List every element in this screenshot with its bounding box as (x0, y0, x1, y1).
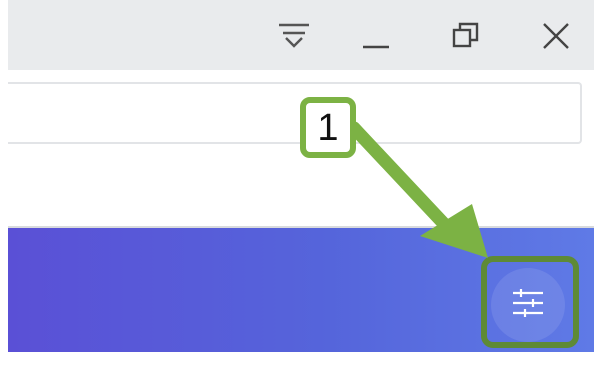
restore-button[interactable] (440, 12, 492, 60)
restore-icon (451, 21, 481, 51)
window-titlebar (8, 0, 594, 70)
bottom-margin (0, 352, 594, 370)
minimize-button[interactable] (350, 12, 402, 60)
step-number-badge: 1 (300, 97, 356, 158)
close-icon (541, 21, 571, 51)
sliders-icon (511, 288, 545, 323)
tab-list-dropdown-button[interactable] (268, 12, 320, 60)
minimize-icon (361, 21, 391, 51)
screenshot-canvas: 1 (0, 0, 594, 370)
filter-settings-button[interactable] (491, 268, 565, 342)
close-button[interactable] (530, 12, 582, 60)
left-margin (0, 0, 8, 370)
tab-list-dropdown-icon (277, 21, 311, 51)
address-bar-input[interactable] (0, 82, 582, 144)
